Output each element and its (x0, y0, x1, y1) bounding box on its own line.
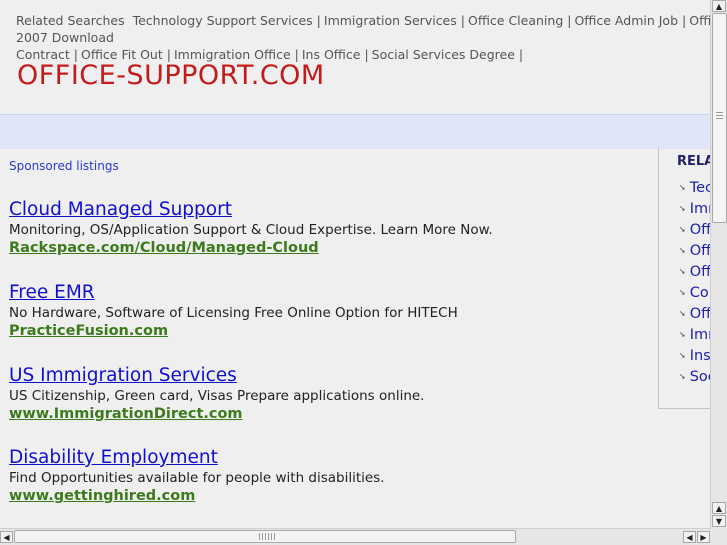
ad-listing: Disability Employment Find Opportunities… (9, 447, 649, 505)
arrow-bullet-icon: ➘ (679, 351, 686, 360)
side-item-label: Imm (689, 201, 711, 217)
search-band (0, 114, 711, 149)
related-link-immigration-services[interactable]: Immigration Services (324, 13, 457, 28)
page-viewport: Related Searches Technology Support Serv… (0, 0, 711, 529)
related-link-social-services-degree[interactable]: Social Services Degree (372, 47, 515, 62)
arrow-right-icon: ▶ (700, 533, 707, 542)
ad-url-link[interactable]: PracticeFusion.com (9, 322, 649, 340)
ad-description: No Hardware, Software of Licensing Free … (9, 305, 458, 321)
side-item[interactable]: ➘ Off (679, 264, 711, 285)
separator: | (567, 13, 572, 28)
side-item[interactable]: ➘ Off (679, 306, 711, 327)
side-item-label: Off (689, 243, 711, 259)
arrow-bullet-icon: ➘ (679, 288, 686, 297)
separator: | (316, 13, 321, 28)
side-item-label: Tec (689, 180, 711, 196)
side-panel-list: ➘Tec ➘Imm ➘Off ➘Off ➘Off ➘Con ➘Off ➘Imm … (679, 180, 711, 390)
ad-listing: Cloud Managed Support Monitoring, OS/App… (9, 199, 649, 257)
side-item[interactable]: ➘Imm (679, 201, 711, 222)
side-item-label: Off (689, 222, 711, 238)
ad-title-link[interactable]: Cloud Managed Support (9, 199, 649, 221)
arrow-bullet-icon: ➘ (679, 267, 686, 276)
site-title[interactable]: OFFICE-SUPPORT.COM (17, 60, 325, 91)
ad-listing: Free EMR No Hardware, Software of Licens… (9, 282, 649, 340)
separator: | (518, 47, 524, 62)
arrow-down-icon: ▼ (715, 517, 723, 526)
separator: | (364, 47, 369, 62)
scroll-down-button[interactable]: ▼ (712, 515, 726, 527)
arrow-up-icon: ▲ (715, 2, 723, 11)
scroll-up-button[interactable]: ▲ (712, 0, 726, 12)
scroll-up-button-lower[interactable]: ▲ (712, 502, 726, 514)
ad-description: US Citizenship, Green card, Visas Prepar… (9, 388, 425, 404)
horizontal-scroll-thumb[interactable] (14, 530, 516, 543)
related-searches-bar: Related Searches Technology Support Serv… (16, 12, 711, 63)
ad-title-link[interactable]: US Immigration Services (9, 365, 649, 387)
ad-title-link[interactable]: Disability Employment (9, 447, 649, 469)
scroll-left-button[interactable]: ◀ (0, 531, 13, 543)
side-item[interactable]: ➘ Off (679, 243, 711, 264)
grip-icon (716, 112, 723, 121)
sponsored-listings-label: Sponsored listings (9, 159, 119, 173)
ad-url-link[interactable]: www.ImmigrationDirect.com (9, 405, 649, 423)
related-link-technology-support[interactable]: Technology Support Services (133, 13, 313, 28)
ad-title-link[interactable]: Free EMR (9, 282, 649, 304)
scroll-left-button-right[interactable]: ◀ (683, 531, 696, 543)
side-item-label: Off (689, 306, 711, 322)
related-link-office-cleaning[interactable]: Office Cleaning (468, 13, 563, 28)
side-item-label: Soc (689, 369, 711, 385)
arrow-bullet-icon: ➘ (679, 204, 686, 213)
related-side-panel: RELA ➘Tec ➘Imm ➘Off ➘Off ➘Off ➘Con ➘Off … (658, 148, 711, 409)
ad-listing: US Immigration Services US Citizenship, … (9, 365, 649, 423)
grip-icon (259, 533, 275, 540)
side-item[interactable]: ➘ Off (679, 222, 711, 243)
side-item[interactable]: ➘Soc (679, 369, 711, 390)
arrow-bullet-icon: ➘ (679, 225, 686, 234)
side-item-label: Imm (689, 327, 711, 343)
side-item-label: Off (689, 264, 711, 280)
separator: | (460, 13, 465, 28)
arrow-left-icon: ◀ (3, 533, 10, 542)
arrow-bullet-icon: ➘ (679, 372, 686, 381)
arrow-bullet-icon: ➘ (679, 309, 686, 318)
vertical-scroll-thumb[interactable] (712, 13, 727, 223)
side-item[interactable]: ➘ Tec (679, 180, 711, 201)
arrow-bullet-icon: ➘ (679, 246, 686, 255)
side-item[interactable]: ➘Imm (679, 327, 711, 348)
ad-url-link[interactable]: Rackspace.com/Cloud/Managed-Cloud (9, 239, 649, 257)
ad-url-link[interactable]: www.gettinghired.com (9, 487, 649, 505)
arrow-bullet-icon: ➘ (679, 330, 686, 339)
separator: | (682, 13, 687, 28)
related-link-office-admin-job[interactable]: Office Admin Job (574, 13, 678, 28)
side-panel-heading: RELA (677, 154, 711, 169)
ad-description: Find Opportunities available for people … (9, 470, 385, 486)
arrow-up-icon: ▲ (715, 504, 723, 513)
side-item[interactable]: ➘Con (679, 285, 711, 306)
ad-description: Monitoring, OS/Application Support & Clo… (9, 222, 493, 238)
horizontal-scrollbar[interactable]: ◀ ◀ ▶ (0, 528, 711, 545)
scrollbar-corner (711, 529, 727, 545)
side-item-label: Con (689, 285, 711, 301)
arrow-left-icon: ◀ (686, 533, 693, 542)
related-searches-title: Related Searches (16, 13, 125, 28)
arrow-bullet-icon: ➘ (679, 183, 686, 192)
side-item-label: Ins (689, 348, 711, 364)
scroll-right-button[interactable]: ▶ (697, 531, 710, 543)
side-item[interactable]: ➘ Ins (679, 348, 711, 369)
vertical-scrollbar[interactable]: ▲ ▲ ▼ (710, 0, 727, 529)
